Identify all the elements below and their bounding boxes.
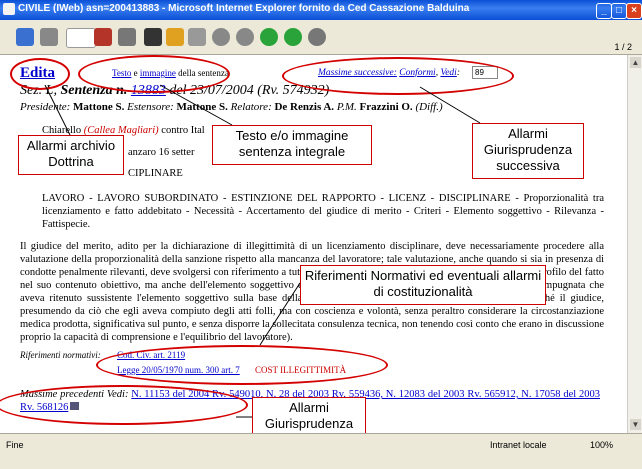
- scroll-up-icon[interactable]: ▲: [630, 57, 641, 68]
- books-icon[interactable]: [94, 28, 112, 46]
- close-icon[interactable]: ×: [626, 3, 642, 19]
- printer-icon[interactable]: [188, 28, 206, 46]
- annotation-arrows: [44, 84, 481, 418]
- window-title: CIVILE (IWeb) asn=200413883 - Microsoft …: [18, 3, 470, 14]
- glasses-icon[interactable]: [40, 28, 58, 46]
- document-area: Edita Testo e immagine della sentenza Ma…: [0, 55, 627, 433]
- settings-icon[interactable]: [308, 28, 326, 46]
- title-bar: CIVILE (IWeb) asn=200413883 - Microsoft …: [0, 0, 642, 20]
- zoom-text[interactable]: 100%: [590, 440, 613, 450]
- toolbar: 1 / 2: [0, 20, 642, 55]
- status-bar: Fine Intranet locale 100%: [0, 433, 642, 469]
- zone-text: Intranet locale: [490, 440, 547, 450]
- tree-icon[interactable]: [118, 28, 136, 46]
- stop-icon[interactable]: [212, 28, 230, 46]
- forward-icon[interactable]: [260, 28, 278, 46]
- print-icon[interactable]: [66, 28, 96, 48]
- page-count: 1 / 2: [614, 42, 632, 52]
- folder-icon[interactable]: [166, 28, 184, 46]
- minimize-icon[interactable]: _: [596, 3, 612, 19]
- app-icon: [3, 3, 15, 15]
- maximize-icon[interactable]: □: [611, 3, 627, 19]
- scroll-down-icon[interactable]: ▼: [630, 419, 641, 430]
- next-icon[interactable]: [284, 28, 302, 46]
- status-text: Fine: [6, 440, 24, 450]
- save-icon[interactable]: [144, 28, 162, 46]
- circle-icon[interactable]: [236, 28, 254, 46]
- undo-icon[interactable]: [16, 28, 34, 46]
- vertical-scrollbar[interactable]: ▲ ▼: [627, 55, 642, 433]
